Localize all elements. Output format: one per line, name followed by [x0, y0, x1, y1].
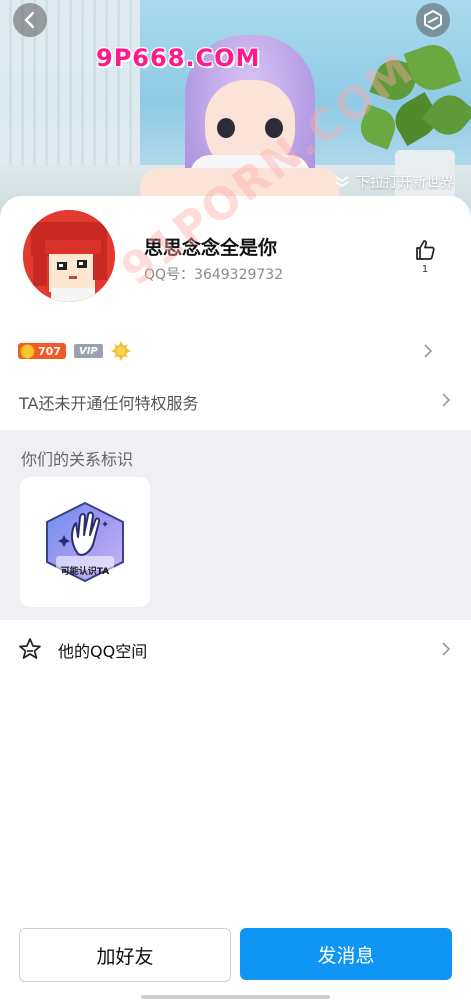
plant-leaf — [421, 87, 471, 143]
relation-section: 你们的关系标识 可能认识TA — [0, 430, 471, 620]
coin-icon — [20, 343, 35, 359]
wave-hand-icon — [46, 501, 124, 583]
home-indicator[interactable] — [141, 995, 330, 999]
pull-down-hint[interactable]: 下拉打开新世界 — [334, 172, 454, 192]
coin-badge: 707 — [18, 343, 66, 359]
avatar-eye — [217, 118, 235, 138]
qzone-row[interactable]: 他的QQ空间 — [0, 628, 471, 670]
coin-value: 707 — [38, 344, 61, 358]
top-watermark: 9P668.COM — [96, 44, 261, 72]
relation-tag-card[interactable]: 可能认识TA — [20, 477, 150, 607]
chevron-right-icon — [442, 642, 451, 656]
send-message-button[interactable]: 发消息 — [240, 928, 452, 980]
vip-badge: VIP — [73, 344, 103, 358]
thumbs-up-icon — [416, 240, 435, 260]
chevron-right-icon — [442, 393, 451, 407]
avatar[interactable] — [23, 210, 115, 302]
relation-title: 你们的关系标识 — [21, 450, 134, 469]
hexagon-icon — [424, 9, 442, 31]
double-chevron-down-icon — [335, 176, 349, 187]
bottom-action-bar: 加好友 发消息 — [0, 928, 471, 1000]
qzone-label: 他的QQ空间 — [58, 642, 148, 661]
pull-hint-label: 下拉打开新世界 — [356, 175, 454, 191]
chevron-left-icon — [24, 11, 35, 29]
add-friend-button[interactable]: 加好友 — [19, 928, 231, 982]
back-button[interactable] — [13, 3, 47, 37]
star-icon — [19, 638, 41, 659]
chevron-right-icon — [424, 344, 433, 358]
sun-badge-icon — [110, 341, 131, 361]
relation-tag-label: 可能认识TA — [60, 567, 110, 577]
privilege-row[interactable]: TA还未开通任何特权服务 — [0, 380, 471, 420]
privilege-text: TA还未开通任何特权服务 — [19, 394, 199, 413]
like-count: 1 — [421, 264, 429, 275]
pixel-avatar-image — [23, 210, 115, 302]
theme-button[interactable] — [416, 3, 450, 37]
like-button[interactable]: 1 — [408, 238, 442, 280]
badges-row[interactable]: 707 VIP — [18, 336, 453, 366]
